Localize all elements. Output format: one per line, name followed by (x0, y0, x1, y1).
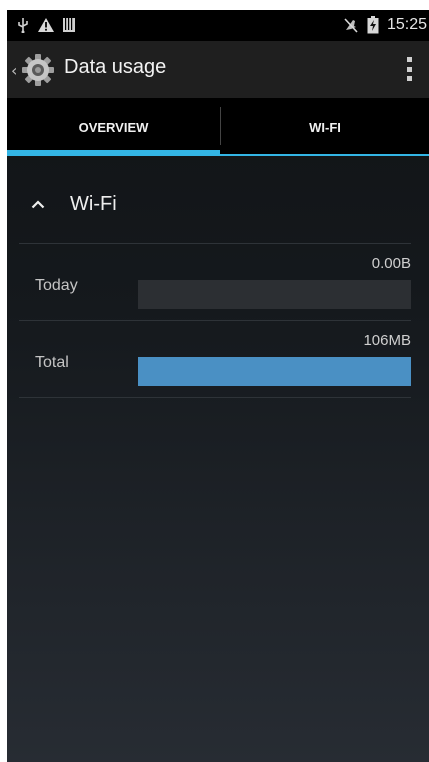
page-title: Data usage (64, 56, 167, 78)
tab-bar-underline (220, 154, 429, 156)
sd-card-icon (63, 18, 75, 32)
status-bar: 15:25 (7, 10, 429, 41)
phone-screen: 15:25 ‹ Data usage OVERVIEW WI-FI Wi-Fi … (7, 10, 429, 762)
row-label: Total (35, 354, 69, 371)
status-right-icons: 15:25 (343, 14, 427, 36)
usage-row-total: Total 106MB (19, 320, 411, 396)
warning-icon (38, 18, 54, 32)
clock-time: 15:25 (386, 16, 427, 33)
usb-icon (18, 18, 28, 33)
tab-bar: OVERVIEW WI-FI (7, 99, 429, 156)
row-label: Today (35, 277, 78, 294)
overflow-menu-icon[interactable] (403, 57, 415, 81)
action-bar: ‹ Data usage (7, 41, 429, 99)
tab-selected-indicator (7, 150, 220, 156)
section-label: Wi-Fi (70, 193, 117, 215)
chevron-left-icon[interactable]: ‹ (11, 61, 17, 80)
tab-overview[interactable]: OVERVIEW (7, 99, 220, 156)
divider (19, 397, 411, 398)
battery-charging-icon (367, 16, 379, 34)
wifi-section-header[interactable]: Wi-Fi (19, 185, 411, 241)
usage-bar (138, 357, 411, 386)
row-value: 0.00B (371, 255, 411, 272)
usage-bar-fill (138, 357, 411, 386)
settings-gear-icon[interactable] (21, 53, 55, 87)
row-value: 106MB (363, 332, 411, 349)
tab-wifi[interactable]: WI-FI (221, 99, 429, 156)
chevron-up-icon (31, 200, 45, 209)
mute-icon (344, 18, 358, 33)
usage-bar (138, 280, 411, 309)
usage-row-today: Today 0.00B (19, 243, 411, 319)
status-left-icons (17, 14, 75, 36)
